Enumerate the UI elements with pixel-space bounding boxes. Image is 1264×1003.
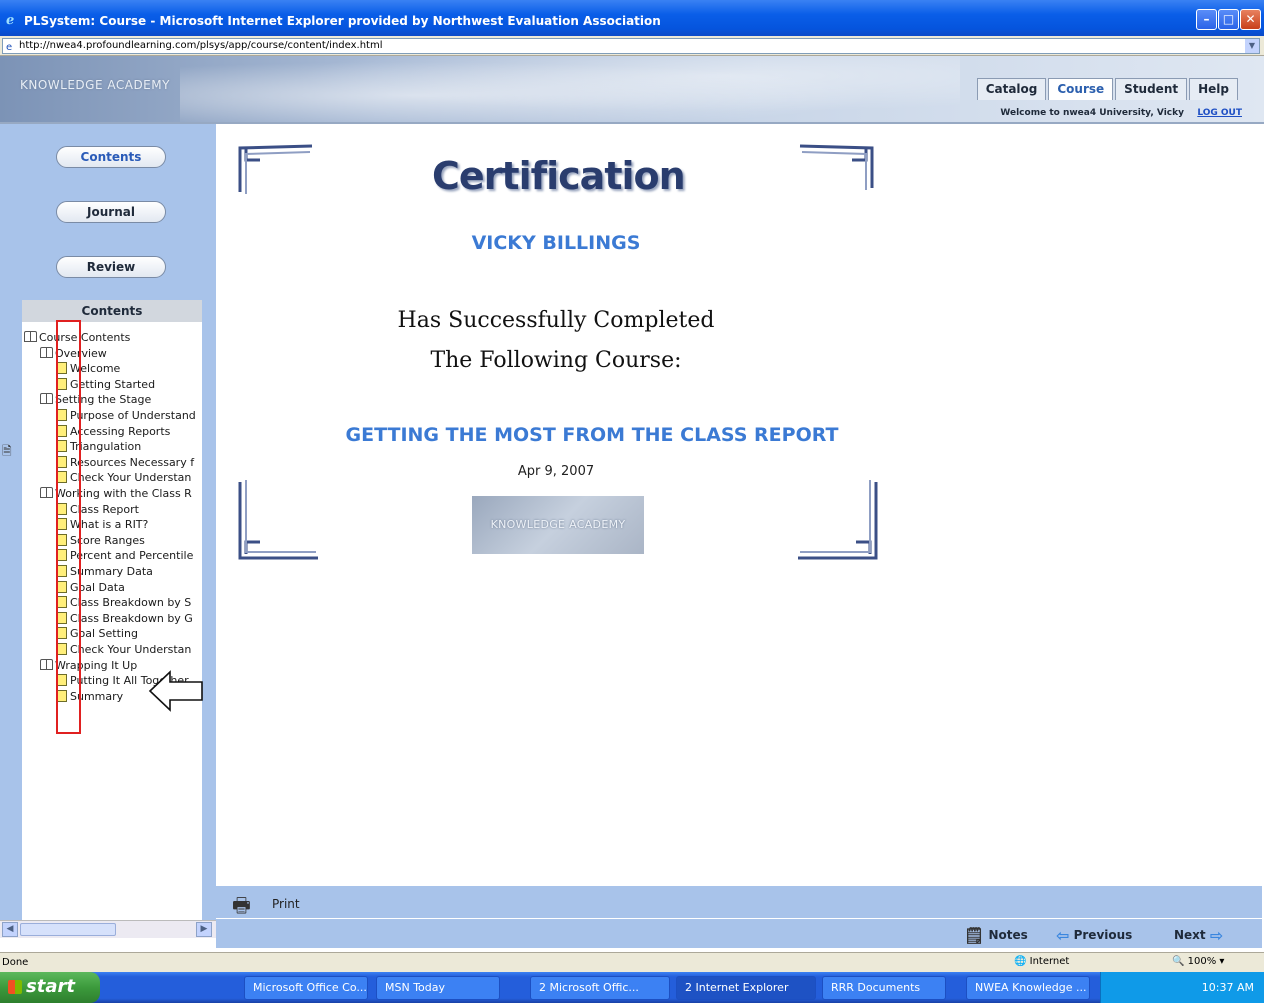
course-nav-bar: 🗒 Notes ⇦ Previous Next ⇨ [216, 918, 1262, 948]
tab-student[interactable]: Student [1115, 78, 1188, 100]
toc-item-label: Summary Data [70, 565, 153, 578]
brand-logo: KNOWLEDGE ACADEMY [20, 78, 170, 92]
tab-course[interactable]: Course [1048, 78, 1114, 100]
annotation-highlight-box [56, 320, 81, 734]
window-titlebar: ℯ PLSystem: Course - Microsoft Internet … [0, 0, 1264, 36]
sidebar: Contents Journal Review Contents Course … [0, 124, 216, 938]
toc-title: Contents [22, 300, 202, 322]
journal-button[interactable]: Journal [56, 201, 166, 223]
close-button[interactable]: ✕ [1240, 9, 1261, 30]
content-pane: Certification VICKY BILLINGS Has Success… [216, 124, 1262, 886]
recipient-name: VICKY BILLINGS [471, 232, 641, 254]
start-label: start [26, 976, 75, 997]
task-nwea-knowledge[interactable]: NWEA Knowledge ... [966, 976, 1090, 1000]
ie-icon: ℯ [6, 13, 15, 28]
scroll-left-icon[interactable]: ◀ [2, 922, 18, 937]
status-bar: Done 🌐 Internet 🔍 100% ▾ [0, 952, 1264, 972]
academy-logo-text: KNOWLEDGE ACADEMY [490, 518, 626, 531]
next-button[interactable]: Next ⇨ [1174, 926, 1223, 945]
toc-item-label: Course Contents [39, 331, 131, 344]
completion-date: Apr 9, 2007 [517, 464, 595, 479]
annotation-arrow-icon [148, 670, 203, 712]
course-title: GETTING THE MOST FROM THE CLASS REPORT [345, 424, 839, 446]
toc-tree: Course Contents Overview Welcome Getting St… [22, 322, 202, 922]
task-internet-explorer[interactable]: 2 Internet Explorer [676, 976, 816, 1000]
zoom-value: 100% [1187, 956, 1217, 967]
contents-button[interactable]: Contents [56, 146, 166, 168]
book-icon [40, 393, 53, 405]
book-icon [40, 346, 53, 358]
sidebar-hscrollbar[interactable]: ◀ ▶ [0, 920, 216, 938]
start-button[interactable]: start [0, 972, 100, 1003]
window-title: PLSystem: Course - Microsoft Internet Ex… [24, 14, 661, 28]
toc-item[interactable]: Wrapping It Up [40, 658, 137, 673]
address-bar: e http://nwea4.profoundlearning.com/plsy… [0, 36, 1264, 56]
toc-item-label: Check Your Understan [70, 643, 192, 656]
review-button[interactable]: Review [56, 256, 166, 278]
task-office-connect[interactable]: Microsoft Office Co... [244, 976, 368, 1000]
tab-help[interactable]: Help [1189, 78, 1238, 100]
next-label: Next [1174, 928, 1206, 942]
toc-item-label: Class Breakdown by S [70, 596, 192, 610]
toc-item-label: Resources Necessary f [70, 455, 195, 469]
zoom-control[interactable]: 🔍 100% ▾ [1172, 956, 1224, 967]
toc-item-label: Accessing Reports [70, 424, 171, 438]
previous-label: Previous [1073, 928, 1133, 942]
welcome-bar: Welcome to nwea4 University, Vicky LOG O… [0, 100, 1264, 122]
globe-icon: 🌐 [1014, 956, 1027, 967]
completion-line-1: Has Successfully Completed [397, 308, 715, 333]
toc-item-label: What is a RIT? [70, 518, 149, 532]
scroll-right-icon[interactable]: ▶ [196, 922, 212, 937]
print-bar: 🖶 Print [216, 886, 1262, 918]
address-field[interactable]: e http://nwea4.profoundlearning.com/plsy… [2, 38, 1260, 54]
toc-item-label: Class Breakdown by G [70, 611, 193, 625]
academy-logo: KNOWLEDGE ACADEMY [472, 496, 644, 554]
current-page-icon: 🗎 [2, 444, 12, 458]
minimize-button[interactable]: – [1196, 9, 1217, 30]
previous-button[interactable]: ⇦ Previous [1056, 926, 1132, 945]
task-rrr-documents[interactable]: RRR Documents [822, 976, 946, 1000]
toc-item-label: Getting Started [70, 377, 156, 391]
notes-label: Notes [988, 928, 1028, 942]
print-link[interactable]: Print [272, 897, 300, 911]
scroll-thumb[interactable] [20, 923, 116, 936]
windows-logo-icon [8, 980, 22, 994]
book-icon [40, 487, 53, 498]
welcome-text: Welcome to nwea4 University, Vicky [1000, 108, 1184, 118]
task-msn-today[interactable]: MSN Today [376, 976, 500, 1000]
tab-catalog[interactable]: Catalog [976, 78, 1047, 100]
notes-button[interactable]: 🗒 Notes [964, 926, 1028, 945]
system-tray: 10:37 AM [1100, 972, 1264, 1003]
toc-item-label: Purpose of Understand [70, 409, 196, 422]
address-dropdown-icon[interactable]: ▼ [1245, 39, 1259, 53]
notes-icon: 🗒 [964, 926, 985, 945]
toc-item-label: Score Ranges [70, 533, 145, 547]
clock: 10:37 AM [1201, 981, 1254, 994]
address-text: http://nwea4.profoundlearning.com/plsys/… [19, 40, 383, 51]
certificate-frame [238, 144, 878, 560]
toc-item-label: Percent and Percentile [70, 549, 194, 563]
task-microsoft-office[interactable]: 2 Microsoft Offic... [530, 976, 670, 1000]
taskbar: start Microsoft Office Co... MSN Today 2… [0, 972, 1264, 1003]
book-icon [24, 331, 37, 342]
arrow-right-icon: ⇨ [1209, 926, 1224, 945]
book-icon [40, 658, 53, 670]
logout-link[interactable]: LOG OUT [1197, 108, 1242, 118]
arrow-left-icon: ⇦ [1056, 926, 1070, 945]
certificate-title: Certification [432, 154, 686, 198]
main-tabs: Catalog Course Student Help [975, 78, 1238, 100]
status-text: Done [2, 957, 29, 968]
zoom-icon: 🔍 [1172, 956, 1185, 967]
maximize-button[interactable]: □ [1218, 9, 1239, 30]
toc-item-label: Check Your Understan [70, 471, 192, 485]
page-icon: e [6, 42, 13, 53]
security-zone: 🌐 Internet [1014, 956, 1069, 967]
zone-label: Internet [1029, 956, 1070, 967]
completion-line-2: The Following Course: [430, 348, 682, 373]
